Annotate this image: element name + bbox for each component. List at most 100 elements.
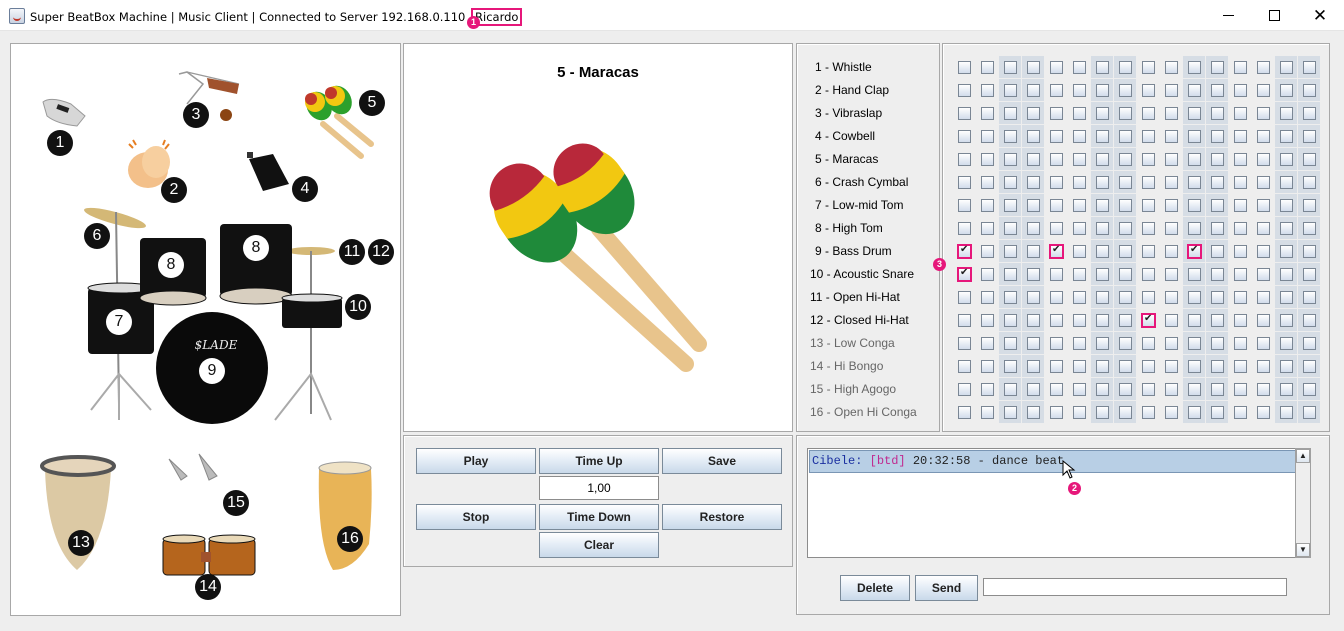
beat-checkbox[interactable] — [1257, 406, 1270, 419]
beat-checkbox[interactable] — [1073, 337, 1086, 350]
beat-checkbox[interactable] — [1119, 314, 1132, 327]
beat-checkbox[interactable] — [1188, 84, 1201, 97]
beat-checkbox[interactable] — [981, 176, 994, 189]
beat-checkbox[interactable] — [1211, 383, 1224, 396]
beat-checkbox[interactable] — [1004, 337, 1017, 350]
beat-checkbox[interactable] — [1096, 291, 1109, 304]
beat-checkbox[interactable] — [1303, 130, 1316, 143]
beat-checkbox[interactable] — [1257, 383, 1270, 396]
beat-checkbox[interactable] — [1119, 406, 1132, 419]
beat-checkbox[interactable] — [1165, 84, 1178, 97]
scroll-up-arrow-icon[interactable]: ▲ — [1296, 449, 1310, 463]
stop-button[interactable]: Stop — [416, 504, 536, 530]
beat-checkbox[interactable] — [1142, 268, 1155, 281]
beat-checkbox[interactable] — [1234, 61, 1247, 74]
beat-checkbox[interactable] — [1142, 360, 1155, 373]
beat-checkbox[interactable] — [1280, 199, 1293, 212]
message-input[interactable] — [983, 578, 1287, 596]
beat-checkbox[interactable] — [1188, 291, 1201, 304]
beat-checkbox[interactable] — [1050, 84, 1063, 97]
beat-checkbox[interactable] — [1165, 360, 1178, 373]
beat-checkbox[interactable] — [1050, 314, 1063, 327]
beat-checkbox[interactable] — [1027, 222, 1040, 235]
beat-checkbox[interactable] — [1257, 84, 1270, 97]
beat-checkbox[interactable] — [1303, 314, 1316, 327]
beat-checkbox[interactable] — [1142, 153, 1155, 166]
beat-checkbox[interactable] — [958, 176, 971, 189]
beat-checkbox[interactable] — [1165, 383, 1178, 396]
beat-checkbox[interactable] — [1050, 107, 1063, 120]
beat-checkbox[interactable] — [1073, 153, 1086, 166]
beat-checkbox[interactable] — [958, 61, 971, 74]
beat-checkbox[interactable] — [1119, 130, 1132, 143]
beat-checkbox[interactable] — [1142, 406, 1155, 419]
beat-checkbox[interactable] — [1234, 130, 1247, 143]
beat-checkbox[interactable] — [1257, 291, 1270, 304]
beat-checkbox[interactable] — [1096, 337, 1109, 350]
beat-checkbox[interactable] — [1234, 291, 1247, 304]
beat-checkbox[interactable] — [1280, 84, 1293, 97]
message-item[interactable]: Cibele: [btd] 20:32:58 - dance beat — [809, 450, 1304, 473]
save-button[interactable]: Save — [662, 448, 782, 474]
beat-checkbox[interactable] — [1211, 245, 1224, 258]
minimize-button[interactable] — [1205, 0, 1251, 31]
beat-checkbox[interactable] — [1165, 130, 1178, 143]
beat-checkbox[interactable] — [1257, 176, 1270, 189]
beat-checkbox[interactable] — [1027, 130, 1040, 143]
beat-checkbox[interactable] — [1073, 107, 1086, 120]
beat-checkbox[interactable] — [981, 84, 994, 97]
beat-checkbox[interactable] — [1096, 84, 1109, 97]
beat-checkbox[interactable] — [1027, 176, 1040, 189]
beat-checkbox[interactable] — [1303, 245, 1316, 258]
beat-checkbox[interactable] — [1211, 199, 1224, 212]
beat-checkbox[interactable] — [1050, 337, 1063, 350]
beat-checkbox[interactable] — [958, 199, 971, 212]
beat-checkbox[interactable] — [1187, 244, 1202, 259]
beat-checkbox[interactable] — [1257, 130, 1270, 143]
beat-checkbox[interactable] — [1004, 268, 1017, 281]
beat-checkbox[interactable] — [1257, 61, 1270, 74]
beat-checkbox[interactable] — [1142, 222, 1155, 235]
message-list[interactable]: Cibele: [btd] 20:32:58 - dance beat — [807, 448, 1305, 558]
beat-checkbox[interactable] — [1004, 222, 1017, 235]
beat-checkbox[interactable] — [1165, 337, 1178, 350]
beat-checkbox[interactable] — [1027, 268, 1040, 281]
beat-checkbox[interactable] — [1234, 222, 1247, 235]
beat-checkbox[interactable] — [1027, 153, 1040, 166]
beat-checkbox[interactable] — [1234, 383, 1247, 396]
beat-checkbox[interactable] — [1073, 360, 1086, 373]
message-list-scrollbar[interactable]: ▲ ▼ — [1295, 448, 1311, 558]
beat-checkbox[interactable] — [981, 153, 994, 166]
beat-checkbox[interactable] — [1073, 176, 1086, 189]
beat-checkbox[interactable] — [981, 360, 994, 373]
beat-checkbox[interactable] — [1142, 291, 1155, 304]
beat-checkbox[interactable] — [1188, 107, 1201, 120]
beat-checkbox[interactable] — [1119, 337, 1132, 350]
beat-checkbox[interactable] — [958, 406, 971, 419]
beat-checkbox[interactable] — [1280, 245, 1293, 258]
beat-checkbox[interactable] — [1280, 268, 1293, 281]
beat-checkbox[interactable] — [1073, 245, 1086, 258]
beat-checkbox[interactable] — [1188, 314, 1201, 327]
beat-checkbox[interactable] — [1119, 291, 1132, 304]
beat-checkbox[interactable] — [1073, 61, 1086, 74]
beat-checkbox[interactable] — [1004, 61, 1017, 74]
beat-checkbox[interactable] — [1050, 199, 1063, 212]
beat-checkbox[interactable] — [1004, 245, 1017, 258]
beat-checkbox[interactable] — [1303, 84, 1316, 97]
beat-checkbox[interactable] — [958, 291, 971, 304]
beat-checkbox[interactable] — [1142, 245, 1155, 258]
beat-checkbox[interactable] — [1211, 84, 1224, 97]
beat-checkbox[interactable] — [1280, 383, 1293, 396]
beat-checkbox[interactable] — [1280, 153, 1293, 166]
beat-checkbox[interactable] — [1165, 314, 1178, 327]
beat-checkbox[interactable] — [1234, 84, 1247, 97]
beat-checkbox[interactable] — [1050, 176, 1063, 189]
beat-checkbox[interactable] — [1096, 176, 1109, 189]
beat-checkbox[interactable] — [1257, 107, 1270, 120]
beat-checkbox[interactable] — [958, 130, 971, 143]
beat-checkbox[interactable] — [1303, 222, 1316, 235]
beat-checkbox[interactable] — [958, 153, 971, 166]
beat-checkbox[interactable] — [1119, 268, 1132, 281]
beat-checkbox[interactable] — [981, 314, 994, 327]
